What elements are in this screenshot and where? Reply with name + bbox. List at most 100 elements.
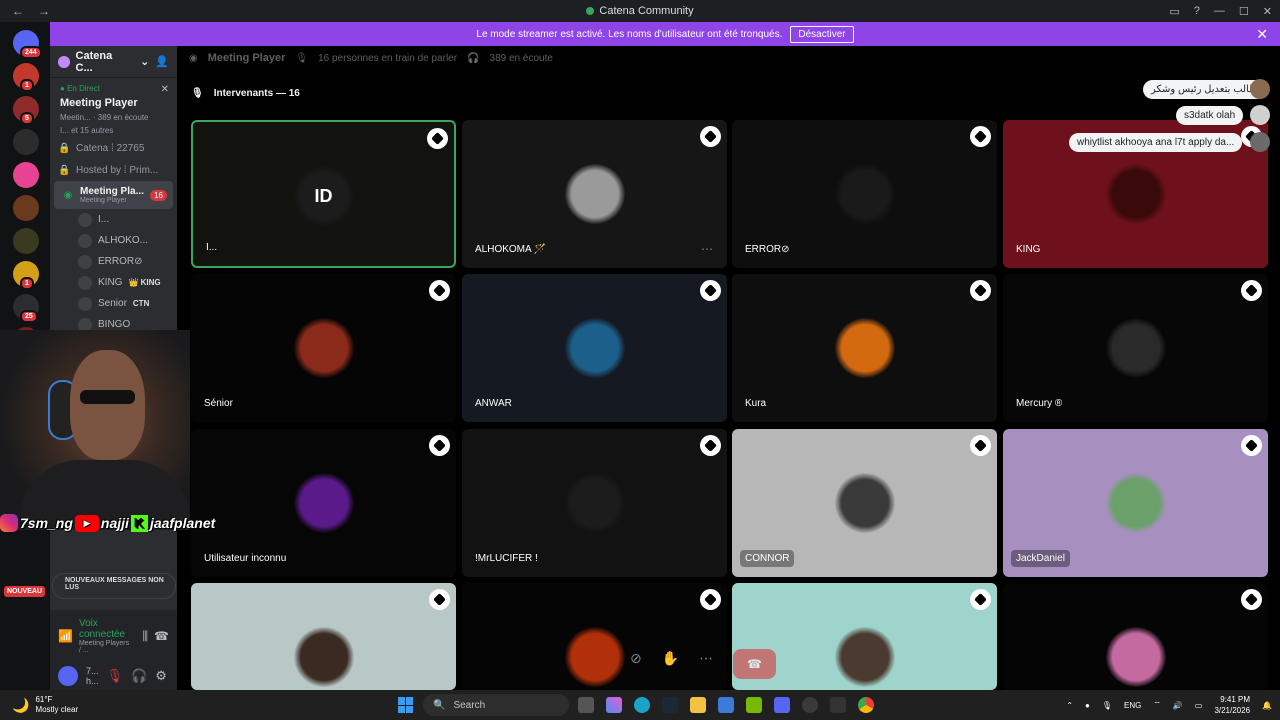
copilot-icon[interactable] xyxy=(606,697,622,713)
moderator-shield-icon[interactable] xyxy=(429,435,450,456)
channel-item[interactable]: 🔒 Catena ⁞ 22765 xyxy=(50,137,177,159)
participant-tile[interactable] xyxy=(191,583,456,690)
participant-tile[interactable]: !MrLUCIFER ! xyxy=(462,429,727,577)
wifi-icon[interactable]: ⌔ xyxy=(1153,700,1161,710)
file-explorer-icon[interactable] xyxy=(578,697,594,713)
gear-icon[interactable]: ⚙ xyxy=(155,668,167,684)
server-icon[interactable] xyxy=(13,162,39,188)
language-indicator[interactable]: ENG xyxy=(1124,701,1141,710)
voice-user[interactable]: Senior CTN xyxy=(50,293,177,314)
mic-muted-icon[interactable]: 🎙 xyxy=(107,668,124,684)
voice-user[interactable]: I... xyxy=(50,209,177,230)
headphones-icon[interactable]: 🎧 xyxy=(131,668,147,684)
mute-video-icon[interactable]: ⊘ xyxy=(630,650,642,667)
participant-tile[interactable]: ALHOKOMA 🪄 ⋯ xyxy=(462,120,727,268)
moderator-shield-icon[interactable] xyxy=(700,280,721,301)
participant-tile[interactable]: CONNOR xyxy=(732,429,997,577)
avatar[interactable] xyxy=(58,666,78,686)
close-icon[interactable]: ✕ xyxy=(161,84,169,95)
battery-icon[interactable]: ▭ xyxy=(1195,701,1203,710)
steam-icon[interactable] xyxy=(662,697,678,713)
app-icon[interactable] xyxy=(830,697,846,713)
lock-icon: 🔒 xyxy=(58,164,71,176)
close-icon[interactable]: ✕ xyxy=(1256,26,1268,43)
new-badge[interactable]: NOUVEAU xyxy=(4,586,46,597)
server-icon[interactable] xyxy=(13,129,39,155)
moderator-shield-icon[interactable] xyxy=(700,589,721,610)
moderator-shield-icon[interactable] xyxy=(429,589,450,610)
server-icon[interactable] xyxy=(13,195,39,221)
windows-start-icon[interactable] xyxy=(398,697,414,713)
voice-channel-path[interactable]: Meeting Players / ... xyxy=(79,640,131,654)
chat-bubble: whiytlist akhooya ana l7t apply da... xyxy=(1069,133,1243,152)
avatar[interactable] xyxy=(1250,105,1270,125)
taskbar-search[interactable]: 🔍 Search xyxy=(423,694,569,716)
active-stage-channel[interactable]: ◉ Meeting Pla... Meeting Player 16 xyxy=(54,181,173,209)
raise-hand-icon[interactable]: ✋ xyxy=(662,650,679,667)
back-arrow-icon[interactable]: ← xyxy=(12,4,24,18)
spotify-icon[interactable] xyxy=(802,697,818,713)
disable-streamer-button[interactable]: Désactiver xyxy=(790,25,854,43)
add-member-icon[interactable]: 👤 xyxy=(155,55,169,68)
chrome-icon[interactable] xyxy=(858,697,874,713)
noise-suppression-icon[interactable]: ⫼ xyxy=(143,629,149,644)
participant-tile[interactable] xyxy=(462,583,727,690)
moderator-shield-icon[interactable] xyxy=(970,126,991,147)
disconnect-icon[interactable]: ☎ xyxy=(154,629,169,643)
more-options-icon[interactable]: ⋯ xyxy=(699,650,713,667)
participant-tile[interactable]: ERROR⊘ xyxy=(732,120,997,268)
voice-user[interactable]: KING 👑 KING xyxy=(50,272,177,293)
participant-tile[interactable]: ID I... xyxy=(191,120,456,268)
close-window-icon[interactable]: ✕ xyxy=(1263,5,1272,18)
time: 9:41 PM xyxy=(1220,695,1251,704)
help-icon[interactable]: ? xyxy=(1194,5,1200,17)
moderator-shield-icon[interactable] xyxy=(429,280,450,301)
weather-widget[interactable]: 🌙 61°F Mostly clear xyxy=(12,695,78,715)
participant-tile[interactable]: Sénior xyxy=(191,274,456,422)
moderator-shield-icon[interactable] xyxy=(427,128,448,149)
youtube-icon: ▶ xyxy=(74,514,99,532)
store-icon[interactable] xyxy=(718,697,734,713)
participant-tile[interactable] xyxy=(1003,583,1268,690)
moderator-shield-icon[interactable] xyxy=(970,589,991,610)
moderator-shield-icon[interactable] xyxy=(1241,435,1262,456)
server-icon[interactable] xyxy=(13,228,39,254)
minimize-icon[interactable]: — xyxy=(1214,5,1225,17)
moderator-shield-icon[interactable] xyxy=(970,435,991,456)
nvidia-icon[interactable] xyxy=(746,697,762,713)
edge-icon[interactable] xyxy=(634,697,650,713)
voice-user[interactable]: ALHOKO... xyxy=(50,230,177,251)
maximize-icon[interactable]: ☐ xyxy=(1239,5,1249,18)
discord-icon[interactable] xyxy=(774,697,790,713)
voice-user[interactable]: ERROR⊘ xyxy=(50,251,177,272)
forward-arrow-icon[interactable]: → xyxy=(38,4,50,18)
participant-tile[interactable]: Utilisateur inconnu xyxy=(191,429,456,577)
moderator-shield-icon[interactable] xyxy=(700,435,721,456)
participant-tile[interactable]: ANWAR xyxy=(462,274,727,422)
more-options-icon[interactable]: ⋯ xyxy=(701,242,713,256)
unread-messages-pill[interactable]: NOUVEAUX MESSAGES NON LUS xyxy=(52,573,176,599)
moderator-shield-icon[interactable] xyxy=(970,280,991,301)
mic-icon[interactable]: 🎙 xyxy=(1102,701,1112,710)
youtube-handle: najji xyxy=(100,515,129,531)
inbox-icon[interactable]: ▭ xyxy=(1169,5,1179,18)
guild-header[interactable]: Catena C... ⌄ 👤 xyxy=(50,46,177,78)
live-channel-name: Meeting Player xyxy=(60,97,138,109)
avatar[interactable] xyxy=(1250,79,1270,99)
moderator-shield-icon[interactable] xyxy=(1241,280,1262,301)
chevron-up-icon[interactable]: ⌃ xyxy=(1066,701,1073,710)
folder-icon[interactable] xyxy=(690,697,706,713)
moderator-shield-icon[interactable] xyxy=(1241,589,1262,610)
channel-item[interactable]: 🔒 Hosted by ⁞ Prim... xyxy=(50,159,177,181)
volume-icon[interactable]: 🔊 xyxy=(1173,701,1183,710)
participant-tile[interactable]: JackDaniel xyxy=(1003,429,1268,577)
participant-tile[interactable]: Mercury ® xyxy=(1003,274,1268,422)
tray-app-icon[interactable]: ● xyxy=(1085,701,1090,710)
participant-tile[interactable]: Kura xyxy=(732,274,997,422)
notification-bell-icon[interactable]: 🔔 xyxy=(1262,701,1272,710)
avatar[interactable] xyxy=(1250,132,1270,152)
leave-stage-button[interactable]: ☎ xyxy=(733,649,776,679)
moderator-shield-icon[interactable] xyxy=(700,126,721,147)
live-stage-card[interactable]: ● En Direct ✕ Meeting Player Meetin... · … xyxy=(50,78,177,137)
clock[interactable]: 9:41 PM 3/21/2026 xyxy=(1214,694,1250,716)
